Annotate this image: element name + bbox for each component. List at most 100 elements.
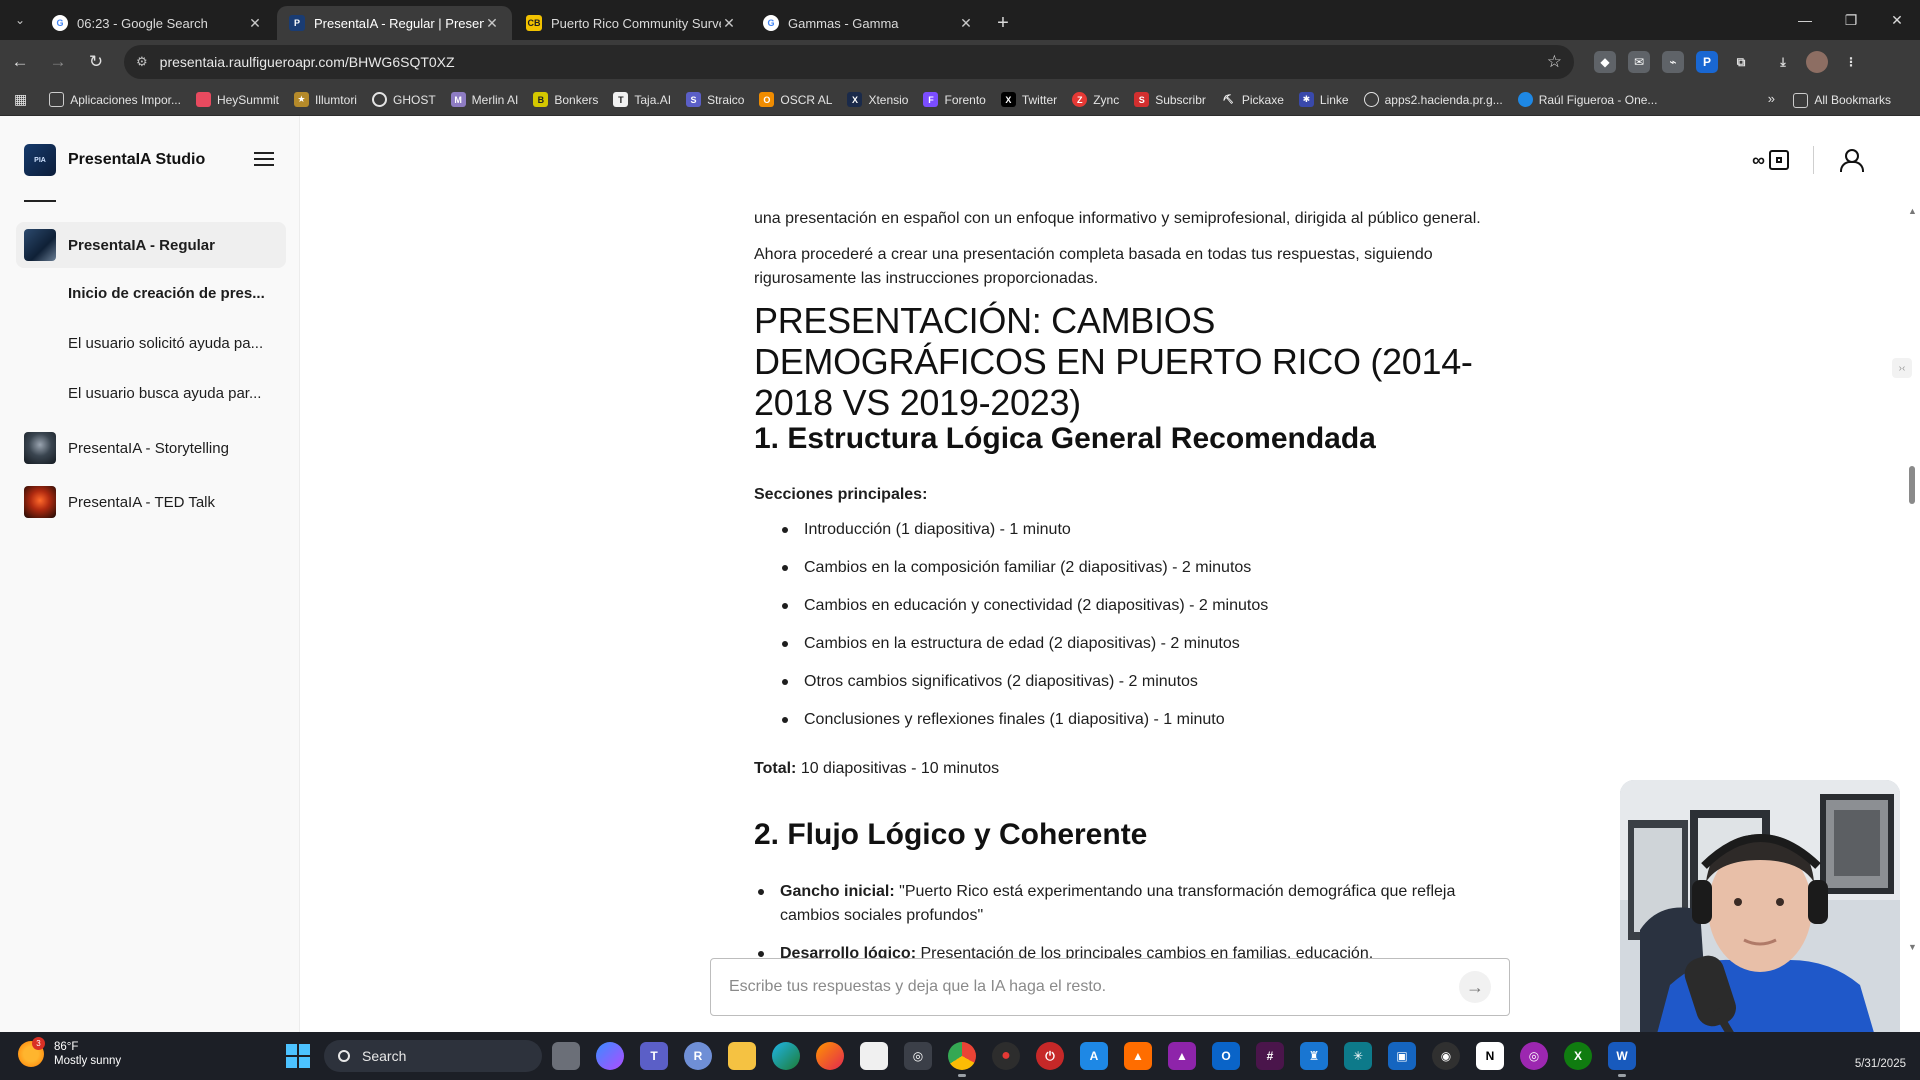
obs-icon[interactable]: ◉ xyxy=(1432,1042,1460,1070)
address-bar[interactable]: ⚙ presentaia.raulfigueroapr.com/BHWG6SQT… xyxy=(124,45,1574,79)
bookmark-item[interactable]: GHOST xyxy=(371,92,436,107)
bookmark-item[interactable]: T Taja.AI xyxy=(613,92,671,107)
slack-icon[interactable]: # xyxy=(1256,1042,1284,1070)
edge-icon[interactable] xyxy=(772,1042,800,1070)
new-tab-button[interactable]: + xyxy=(988,6,1018,40)
close-tab-icon[interactable]: ✕ xyxy=(247,15,263,32)
bookmark-item[interactable]: apps2.hacienda.pr.g... xyxy=(1363,92,1503,107)
profile-avatar[interactable] xyxy=(1806,51,1828,73)
close-window-icon[interactable]: ✕ xyxy=(1874,0,1920,40)
minimize-icon[interactable]: — xyxy=(1782,0,1828,40)
bookmark-item[interactable]: O OSCR AL xyxy=(759,92,832,107)
sidebar-item-label: PresentaIA - Regular xyxy=(68,236,215,254)
google-icon: G xyxy=(763,15,779,31)
sidebar-item-presentaia-storytelling[interactable]: PresentaIA - Storytelling xyxy=(16,425,286,471)
download-icon[interactable]: ⤓ xyxy=(1772,51,1794,73)
conversation-item[interactable]: El usuario solicitó ayuda pa... xyxy=(68,335,278,352)
app-icon[interactable]: ♜ xyxy=(1300,1042,1328,1070)
browser-tab[interactable]: G 06:23 - Google Search ✕ xyxy=(40,6,275,40)
bookmark-item[interactable]: S Straico xyxy=(686,92,744,107)
bookmark-item[interactable]: ★ Illumtori xyxy=(293,92,357,107)
power-app-icon[interactable]: ⏻ xyxy=(1036,1042,1064,1070)
window-app-icon[interactable]: ▣ xyxy=(1388,1042,1416,1070)
copilot-icon[interactable] xyxy=(596,1042,624,1070)
chrome-icon[interactable] xyxy=(948,1042,976,1077)
close-tab-icon[interactable]: ✕ xyxy=(721,15,737,32)
close-tab-icon[interactable]: ✕ xyxy=(484,15,500,32)
azure-icon[interactable]: A xyxy=(1080,1042,1108,1070)
bookmark-item[interactable]: F Forento xyxy=(923,92,986,107)
bookmark-star-icon[interactable]: ☆ xyxy=(1547,52,1562,72)
bookmark-item[interactable]: ⛏ Pickaxe xyxy=(1221,92,1284,107)
weather-widget[interactable]: 3 86°F Mostly sunny xyxy=(18,1037,121,1068)
conversation-item[interactable]: El usuario busca ayuda par... xyxy=(68,385,278,402)
disc-app-icon[interactable]: ◎ xyxy=(1520,1042,1548,1070)
chat-input[interactable] xyxy=(729,978,1459,996)
reload-icon[interactable]: ↻ xyxy=(78,44,114,80)
word-icon[interactable]: W xyxy=(1608,1042,1636,1077)
back-icon[interactable]: ← xyxy=(2,44,38,80)
task-view-icon[interactable] xyxy=(552,1042,580,1070)
firefox-icon[interactable] xyxy=(816,1042,844,1070)
brand[interactable]: PIA PresentaIA Studio xyxy=(24,144,205,176)
affinity-icon[interactable]: ▲ xyxy=(1124,1042,1152,1070)
sidebar-item-label: PresentaIA - TED Talk xyxy=(68,493,216,511)
teams-icon[interactable]: T xyxy=(640,1042,668,1070)
network-app-icon[interactable]: ✳ xyxy=(1344,1042,1372,1070)
browser-tab[interactable]: G Gammas - Gamma ✕ xyxy=(751,6,986,40)
chat-message-content: una presentación en español con un enfoq… xyxy=(754,116,1494,1031)
bookmark-item[interactable]: S Subscribr xyxy=(1134,92,1206,107)
windows-start-icon[interactable] xyxy=(286,1044,310,1068)
link-extension-icon[interactable]: ⌁ xyxy=(1662,51,1684,73)
bookmark-item[interactable]: X Twitter xyxy=(1000,92,1057,107)
tab-search-icon[interactable]: ⌄ xyxy=(0,0,40,40)
infinity-icon[interactable]: ∞ xyxy=(1752,150,1765,171)
model-chip-icon[interactable] xyxy=(1769,150,1789,170)
close-tab-icon[interactable]: ✕ xyxy=(958,15,974,32)
mail-extension-icon[interactable]: ✉ xyxy=(1628,51,1650,73)
restore-icon[interactable]: ❐ xyxy=(1828,0,1874,40)
bookmark-item[interactable]: Z Zync xyxy=(1072,92,1119,107)
page-scrollbar[interactable]: ▲ ▼ xyxy=(1904,200,1920,960)
bookmark-item[interactable]: ✱ Linke xyxy=(1298,92,1349,107)
bookmark-folder[interactable]: Aplicaciones Impor... xyxy=(49,92,181,107)
store-icon[interactable] xyxy=(860,1042,888,1070)
scrollbar-thumb[interactable] xyxy=(1909,466,1915,504)
all-bookmarks-button[interactable]: All Bookmarks xyxy=(1793,84,1891,116)
side-panel-toggle-icon[interactable]: ›‹ xyxy=(1892,358,1912,378)
browser-menu-icon[interactable]: ⋮ xyxy=(1840,51,1862,73)
bookmark-item[interactable]: M Merlin AI xyxy=(450,92,518,107)
bookmark-item[interactable]: X Xtensio xyxy=(847,92,908,107)
r-app-icon[interactable]: R xyxy=(684,1042,712,1070)
puzzle-extensions-icon[interactable]: ⧉ xyxy=(1730,51,1752,73)
bookmark-item[interactable]: Raúl Figueroa - One... xyxy=(1517,92,1657,107)
send-arrow-icon[interactable]: → xyxy=(1459,971,1491,1003)
section-heading: 1. Estructura Lógica General Recomendada xyxy=(754,422,1376,455)
camera-app-icon[interactable]: ◎ xyxy=(904,1042,932,1070)
notion-icon[interactable]: N xyxy=(1476,1042,1504,1070)
user-profile-icon[interactable] xyxy=(1840,149,1864,172)
bookmark-item[interactable]: HeySummit xyxy=(195,92,279,107)
browser-tab[interactable]: CB Puerto Rico Community Survey ✕ xyxy=(514,6,749,40)
p-extension-icon[interactable]: P xyxy=(1696,51,1718,73)
hamburger-menu-icon[interactable] xyxy=(254,152,274,166)
apps-grid-icon[interactable]: ▦ xyxy=(14,91,27,108)
taskbar-search[interactable]: Search xyxy=(324,1040,542,1072)
browser-tab-active[interactable]: P PresentaIA - Regular | Presenta ✕ xyxy=(277,6,512,40)
bookmark-item[interactable]: B Bonkers xyxy=(533,92,598,107)
outlook-icon[interactable]: O xyxy=(1212,1042,1240,1070)
scroll-down-icon[interactable]: ▼ xyxy=(1908,942,1917,952)
scroll-up-icon[interactable]: ▲ xyxy=(1908,206,1917,216)
xbox-icon[interactable]: X xyxy=(1564,1042,1592,1070)
shield-extension-icon[interactable]: ◆ xyxy=(1594,51,1616,73)
sidebar-item-presentaia-regular[interactable]: PresentaIA - Regular xyxy=(16,222,286,268)
file-explorer-icon[interactable] xyxy=(728,1042,756,1070)
forward-icon[interactable]: → xyxy=(40,44,76,80)
record-icon[interactable]: ● xyxy=(992,1042,1020,1070)
taja-icon: T xyxy=(613,92,629,107)
conversation-item[interactable]: Inicio de creación de pres... xyxy=(68,285,278,302)
sidebar-item-presentaia-ted-talk[interactable]: PresentaIA - TED Talk xyxy=(16,479,286,525)
affinity-designer-icon[interactable]: ▲ xyxy=(1168,1042,1196,1070)
site-info-icon[interactable]: ⚙ xyxy=(136,54,148,70)
bookmarks-overflow-icon[interactable]: » xyxy=(1768,91,1775,106)
